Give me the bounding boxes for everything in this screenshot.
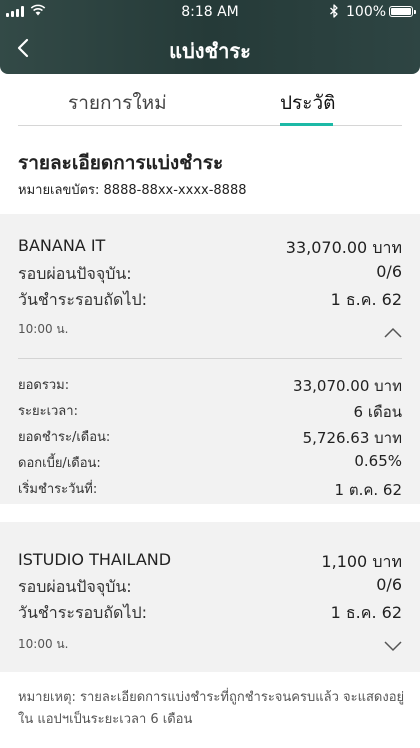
tab-bar: รายการใหม่ ประวัติ — [0, 80, 420, 126]
row-label: วันชำระรอบถัดไป: — [18, 290, 147, 309]
detail-value: 0.65% — [354, 452, 402, 470]
installment-card[interactable]: ISTUDIO THAILAND 1,100 บาท รอบผ่อนปัจจุบ… — [0, 522, 420, 672]
status-bar: 8:18 AM 100% — [0, 0, 420, 24]
row-label: วันชำระรอบถัดไป: — [18, 603, 147, 622]
detail-value: 6 เดือน — [353, 403, 402, 421]
detail-value: 1 ต.ค. 62 — [334, 481, 402, 499]
detail-label: ยอดรวม: — [18, 378, 70, 393]
merchant-name: ISTUDIO THAILAND — [18, 550, 172, 569]
chevron-down-icon[interactable] — [384, 640, 402, 652]
installment-card: BANANA IT 33,070.00 บาท รอบผ่อนปัจจุบัน:… — [0, 214, 420, 504]
battery-percent: 100% — [346, 4, 387, 20]
footnote: หมายเหตุ: รายละเอียดการแบ่งชำระที่ถูกชำร… — [18, 690, 405, 727]
tab-history[interactable]: ประวัติ — [280, 88, 335, 118]
app-header: 8:18 AM 100% แบ่งชำระ — [0, 0, 420, 74]
plan-time: 10:00 น. — [18, 322, 69, 336]
detail-divider — [18, 358, 402, 359]
plan-amount: 33,070.00 บาท — [285, 238, 402, 257]
tab-new-items[interactable]: รายการใหม่ — [68, 88, 167, 118]
back-arrow-icon[interactable] — [10, 34, 38, 62]
detail-value: 5,726.63 บาท — [302, 429, 402, 447]
battery-icon — [389, 6, 416, 17]
row-value: 1 ธ.ค. 62 — [330, 290, 402, 309]
detail-label: ระยะเวลา: — [18, 404, 78, 419]
row-value: 1 ธ.ค. 62 — [330, 603, 402, 622]
chevron-up-icon[interactable] — [384, 327, 402, 339]
page-title: แบ่งชำระ — [169, 39, 251, 63]
row-label: รอบผ่อนปัจจุบัน: — [18, 577, 132, 596]
bluetooth-icon — [330, 4, 338, 18]
row-value: 0/6 — [376, 575, 402, 594]
plan-time: 10:00 น. — [18, 637, 69, 651]
plan-amount: 1,100 บาท — [321, 552, 402, 571]
row-value: 0/6 — [376, 262, 402, 281]
detail-value: 33,070.00 บาท — [293, 377, 402, 395]
active-tab-indicator — [280, 123, 333, 126]
detail-label: ยอดชำระ/เดือน: — [18, 430, 111, 445]
row-label: รอบผ่อนปัจจุบัน: — [18, 264, 132, 283]
tab-divider — [18, 125, 402, 126]
card-number: หมายเลขบัตร: 8888-88xx-xxxx-8888 — [18, 183, 247, 198]
section-title: รายละเอียดการแบ่งชำระ — [18, 152, 224, 174]
detail-label: ดอกเบี้ย/เดือน: — [18, 456, 101, 471]
detail-label: เริ่มชำระวันที่: — [18, 482, 98, 497]
merchant-name: BANANA IT — [18, 236, 106, 255]
